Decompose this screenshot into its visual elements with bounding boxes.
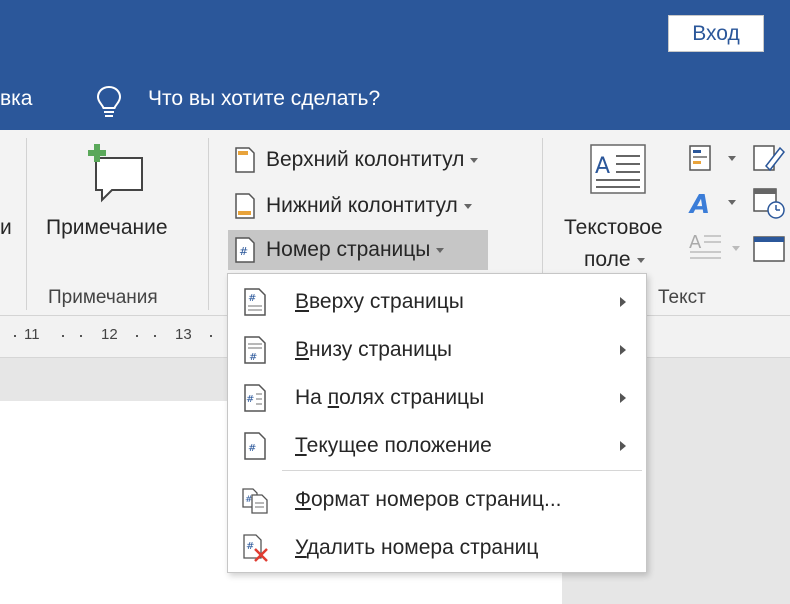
ribbon-tab-row: вка Что вы хотите сделать?	[0, 72, 790, 130]
menu-item-remove-page-numbers[interactable]: # Удалить номера страниц	[228, 524, 646, 572]
current-position-icon: #	[244, 432, 266, 460]
text-box-icon: A	[590, 144, 646, 194]
quick-parts-button[interactable]	[688, 144, 738, 174]
chevron-down-icon	[728, 200, 736, 205]
date-time-icon[interactable]	[752, 186, 786, 220]
page-number-label: Номер страницы	[266, 238, 431, 261]
menu-item-label: Вверху страницы	[295, 290, 464, 313]
chevron-down-icon	[732, 246, 740, 251]
format-page-numbers-icon: #	[242, 488, 268, 514]
lightbulb-icon[interactable]	[94, 84, 124, 120]
menu-item-bottom-of-page[interactable]: # Внизу страницы	[228, 326, 646, 374]
ruler-number: 12	[101, 326, 118, 343]
sign-in-button[interactable]: Вход	[668, 15, 764, 52]
header-button[interactable]: Верхний колонтитул	[228, 140, 518, 180]
text-box-button[interactable]: A Текстовое поле	[556, 138, 680, 272]
drop-cap-button: A	[688, 230, 740, 266]
ruler-tick	[14, 335, 16, 337]
chevron-right-icon	[620, 297, 626, 307]
chevron-down-icon	[636, 257, 645, 263]
ruler-tick	[62, 335, 64, 337]
menu-item-label: Внизу страницы	[295, 338, 452, 361]
wordart-button[interactable]: A	[688, 188, 738, 220]
ruler-tick	[154, 335, 156, 337]
chevron-right-icon	[620, 441, 626, 451]
menu-item-top-of-page[interactable]: # Вверху страницы	[228, 278, 646, 326]
menu-item-format-page-numbers[interactable]: # Формат номеров страниц...	[228, 476, 646, 524]
footer-icon	[235, 193, 255, 219]
ribbon-partial-left: и	[0, 216, 12, 239]
new-comment-label: Примечание	[46, 216, 168, 239]
page-number-bottom-icon: #	[244, 336, 266, 364]
svg-text:#: #	[246, 541, 254, 552]
svg-text:A: A	[689, 232, 702, 253]
svg-text:#: #	[248, 293, 256, 304]
svg-text:A: A	[688, 190, 710, 218]
new-comment-button[interactable]: Примечание	[40, 138, 194, 248]
drop-cap-icon: A	[689, 232, 721, 259]
page-number-menu: # Вверху страницы # Внизу страницы # На …	[227, 273, 647, 573]
menu-item-label: На полях страницы	[295, 386, 485, 409]
svg-text:#: #	[248, 443, 256, 454]
header-icon	[235, 147, 255, 173]
menu-item-page-margins[interactable]: # На полях страницы	[228, 374, 646, 422]
chevron-down-icon	[728, 156, 736, 161]
chevron-right-icon	[620, 345, 626, 355]
menu-item-label: Формат номеров страниц...	[295, 488, 562, 511]
text-box-label-line1: Текстовое	[564, 216, 663, 239]
chevron-down-icon	[436, 247, 445, 253]
comment-icon	[88, 144, 143, 203]
remove-page-numbers-icon: #	[243, 534, 268, 562]
comments-group-label: Примечания	[48, 287, 158, 308]
header-label: Верхний колонтитул	[266, 148, 465, 171]
ruler-number: 13	[175, 326, 192, 343]
svg-text:#: #	[246, 394, 254, 405]
text-box-label-line2: поле	[584, 248, 645, 272]
ruler-tick	[80, 335, 82, 337]
menu-item-label: Текущее положение	[295, 434, 492, 457]
menu-item-label: Удалить номера страниц	[295, 536, 539, 559]
wordart-icon: A	[688, 190, 710, 220]
ribbon-separator	[208, 138, 209, 310]
signature-line-icon[interactable]	[752, 142, 786, 174]
chevron-down-icon	[470, 157, 479, 163]
ruler-tick	[210, 335, 212, 337]
page-number-button[interactable]: # Номер страницы	[228, 230, 488, 270]
footer-label: Нижний колонтитул	[266, 194, 458, 217]
insert-object-icon[interactable]	[752, 234, 786, 264]
quick-parts-icon	[689, 145, 711, 171]
chevron-down-icon	[463, 203, 472, 209]
ribbon-separator	[26, 138, 27, 310]
ruler-tick	[136, 335, 138, 337]
footer-button[interactable]: Нижний колонтитул	[228, 186, 518, 226]
menu-separator	[282, 470, 642, 471]
tell-me-search[interactable]: Что вы хотите сделать?	[148, 87, 380, 111]
page-number-top-icon: #	[244, 288, 266, 316]
svg-text:#: #	[239, 245, 248, 258]
page-margins-icon: #	[244, 384, 266, 412]
svg-text:A: A	[595, 154, 610, 179]
page-number-icon: #	[235, 237, 255, 263]
ruler-number: 11	[24, 326, 40, 343]
chevron-right-icon	[620, 393, 626, 403]
text-group-label: Текст	[658, 287, 706, 308]
title-bar: Вход	[0, 0, 790, 72]
tab-insert-partial[interactable]: вка	[0, 87, 32, 111]
menu-item-current-position[interactable]: # Текущее положение	[228, 422, 646, 470]
svg-text:#: #	[249, 352, 257, 363]
